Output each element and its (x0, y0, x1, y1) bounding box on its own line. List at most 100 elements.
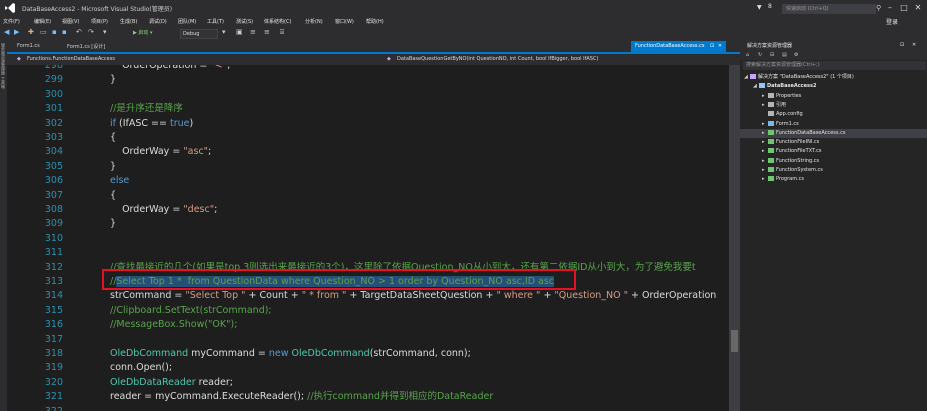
find-icon[interactable]: ▣ (236, 28, 243, 36)
redo-icon[interactable]: ↷ (88, 28, 94, 36)
code-line[interactable]: if (IfASC == true) (110, 117, 193, 131)
comment-icon[interactable]: ≡ (250, 28, 256, 36)
code-token: ; (214, 204, 218, 215)
collapse-all-icon[interactable]: ⊟ (770, 52, 774, 58)
menu-view[interactable]: 视图(V) (62, 18, 79, 25)
close-icon[interactable]: ✕ (718, 43, 722, 49)
show-all-files-icon[interactable]: ▤ (782, 52, 787, 58)
filter-icon[interactable]: ▼ (757, 4, 762, 11)
code-line[interactable]: OrderWay = "asc"; (110, 145, 211, 159)
pin-icon[interactable]: ⊡ (900, 42, 904, 48)
close-button[interactable]: ✕ (911, 1, 925, 14)
line-number: 322 (27, 405, 63, 411)
tree-item-label: FunctionFileTXT.cs (776, 148, 822, 155)
menu-build[interactable]: 生成(B) (120, 18, 137, 25)
solution-icon (750, 74, 756, 79)
tab-form1-design[interactable]: Form1.cs [设计] (67, 43, 105, 50)
tab-form1-cs[interactable]: Form1.cs (17, 43, 40, 49)
code-line[interactable]: conn.Open(); (110, 361, 172, 375)
tree-item[interactable]: ▸ Form1.cs (740, 120, 927, 129)
menu-window[interactable]: 窗口(W) (335, 18, 354, 25)
code-line[interactable]: } (110, 160, 116, 174)
menu-architecture[interactable]: 体系结构(C) (264, 18, 291, 25)
code-token: } (110, 160, 117, 172)
line-number: 306 (44, 175, 63, 187)
code-line[interactable]: } (110, 73, 116, 87)
tree-item[interactable]: ▸ 引用 (740, 101, 927, 110)
code-line[interactable]: } (110, 217, 116, 231)
close-icon[interactable]: ✕ (912, 42, 916, 48)
line-number: 320 (44, 376, 63, 388)
code-token: + TargetDataSheetQuestion + (346, 290, 497, 302)
forward-icon[interactable]: ▶ (14, 28, 19, 36)
home-icon[interactable]: ⌂ (746, 52, 749, 58)
chevron-down-icon[interactable]: ▾ (222, 28, 226, 36)
code-line[interactable]: OrderWay = "desc"; (110, 203, 217, 217)
tree-item[interactable]: ▸ Properties (740, 92, 927, 101)
start-debug-button[interactable]: ▶ 启动 ▾ (133, 29, 153, 36)
menu-team[interactable]: 团队(M) (178, 18, 196, 25)
editor-vertical-scrollbar[interactable] (729, 65, 740, 411)
code-line[interactable]: else (110, 174, 129, 188)
menu-tools[interactable]: 工具(T) (207, 18, 224, 25)
code-line[interactable]: { (110, 189, 116, 203)
line-number: 303 (44, 132, 63, 143)
pin-icon[interactable]: ⊡ (710, 43, 714, 49)
code-line[interactable]: { (110, 131, 116, 145)
solution-explorer-search-input[interactable]: 搜索解决方案资源管理器(Ctrl+;) (743, 61, 926, 70)
bookmark-icon[interactable]: ⌸ (280, 28, 284, 37)
menu-edit[interactable]: 编辑(E) (34, 18, 51, 25)
code-line[interactable]: OleDbCommand myCommand = new OleDbComman… (110, 347, 471, 361)
menu-debug[interactable]: 调试(D) (149, 18, 167, 25)
menu-test[interactable]: 测试(S) (236, 18, 253, 25)
scrollbar-thumb[interactable] (731, 330, 738, 352)
code-line[interactable]: OleDbDataReader reader; (110, 376, 233, 390)
server-explorer-tab[interactable]: 服务器资源管理器 工具箱 (1, 43, 6, 88)
config-dropdown[interactable]: Debug (180, 29, 218, 39)
code-editor[interactable]: 298 OrderOperation = "<"; 299} 300 301 //是升序… (7, 65, 729, 411)
tree-item[interactable]: ▸ FunctionDataBaseAccess.cs (740, 128, 927, 138)
open-folder-icon[interactable]: ▭ (40, 28, 47, 36)
tree-item[interactable]: ▸ FunctionFileINI.cs (740, 138, 927, 147)
line-number: 316 (44, 319, 63, 331)
code-token: (IfASC == (115, 117, 170, 129)
save-all-icon[interactable]: ▪ (62, 28, 67, 36)
quick-launch-input[interactable]: 快速启动 (Ctrl+Q) (782, 4, 876, 14)
login-link[interactable]: 登录 (886, 17, 898, 26)
tab-label: FunctionDataBaseAccess.cs (635, 43, 705, 49)
tree-item[interactable]: ◢ 解决方案 "DataBaseAccess2" (1 个项目) (740, 73, 927, 82)
undo-icon[interactable]: ↶ (76, 28, 82, 36)
menu-project[interactable]: 项目(P) (91, 18, 108, 25)
member-dropdown[interactable]: DataBaseQuestionGetByNO(int QuestionNO, … (397, 56, 598, 62)
uncomment-icon[interactable]: ≡ (264, 28, 270, 36)
code-line[interactable]: OrderOperation = "<"; (110, 65, 230, 73)
back-icon[interactable]: ◀ (4, 28, 9, 36)
tree-item[interactable]: ▸ FunctionString.cs (740, 157, 927, 166)
maximize-button[interactable]: □ (897, 1, 911, 14)
menu-analyze[interactable]: 分析(N) (305, 18, 323, 25)
minimize-button[interactable]: – (883, 1, 897, 14)
code-line[interactable]: //MessageBox.Show("OK"); (110, 318, 237, 332)
properties-icon (768, 92, 774, 98)
tree-item[interactable]: ▸ FunctionSystem.cs (740, 166, 927, 175)
tree-item[interactable]: ◢ DataBaseAccess2 (740, 82, 927, 91)
type-dropdown[interactable]: Functions.FunctionDataBaseAccess (27, 56, 115, 62)
code-line[interactable]: strCommand = "Select Top " + Count + " *… (110, 289, 716, 303)
notification-count[interactable]: 8 (768, 3, 772, 10)
menu-file[interactable]: 文件(F) (3, 18, 20, 25)
properties-icon[interactable]: ⚙ (794, 52, 798, 58)
code-token: ; (227, 65, 231, 71)
tree-item[interactable]: ▸ Program.cs (740, 175, 927, 184)
code-line[interactable]: //Clipboard.SetText(strCommand); (110, 304, 272, 318)
search-icon[interactable]: ⚲ (876, 4, 881, 12)
menu-help[interactable]: 帮助(H) (366, 18, 384, 25)
form-icon (768, 120, 774, 126)
save-icon[interactable]: ▪ (52, 28, 57, 36)
new-project-icon[interactable]: ✚ (28, 28, 34, 36)
tree-item[interactable]: App.config (740, 110, 927, 119)
tree-item-label: 引用 (776, 101, 787, 108)
tree-item[interactable]: ▸ FunctionFileTXT.cs (740, 147, 927, 156)
code-line[interactable]: reader = myCommand.ExecuteReader(); //执行… (110, 390, 493, 404)
refresh-icon[interactable]: ↻ (758, 52, 762, 58)
code-line[interactable]: //是升序还是降序 (110, 102, 183, 116)
